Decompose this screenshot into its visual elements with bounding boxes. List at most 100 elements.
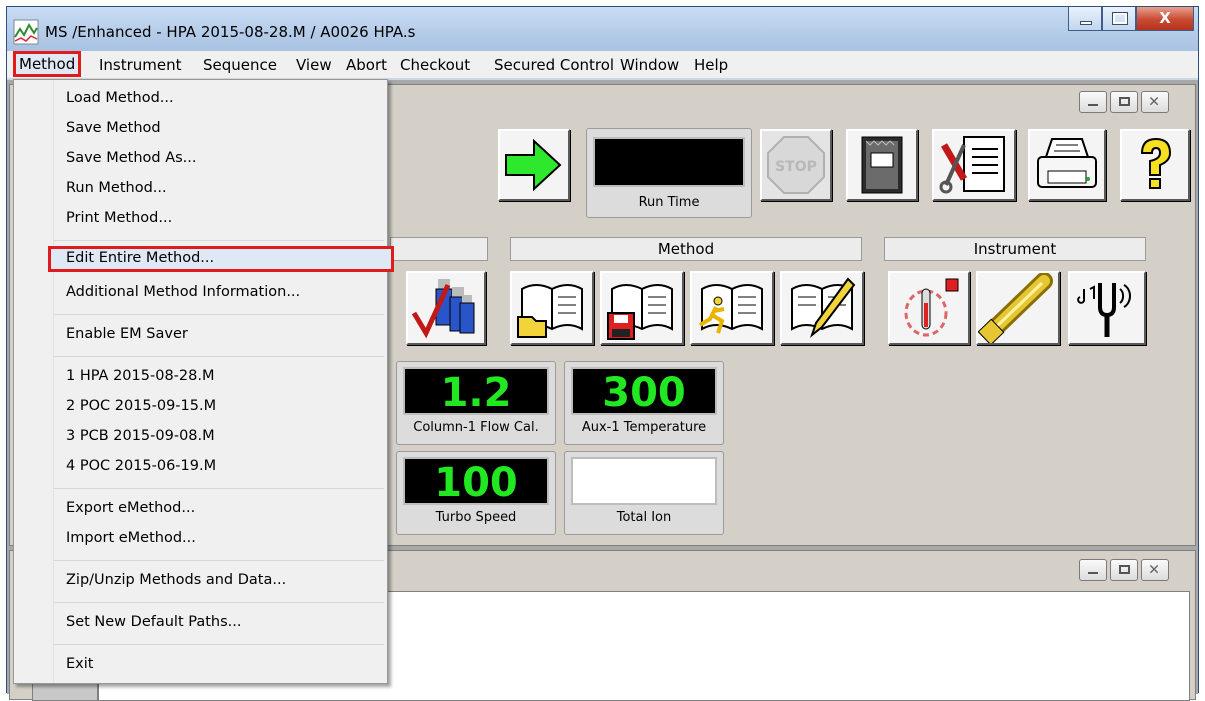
menu-instrument[interactable]: Instrument: [99, 56, 182, 74]
temperature-button[interactable]: [888, 271, 970, 345]
thermometer-icon: [904, 278, 959, 337]
menu-abort[interactable]: Abort: [346, 56, 387, 74]
instrument-group-label: Instrument: [884, 237, 1146, 261]
book-runner-icon: [698, 284, 763, 334]
close-icon: [1149, 564, 1159, 574]
menu-recent-4[interactable]: 4 POC 2015-06-19.M: [66, 458, 216, 474]
run-time-display: Run Time: [586, 128, 752, 218]
menu-separator: [54, 560, 384, 561]
question-mark-icon: [1140, 137, 1172, 189]
tuning-fork-icon: [1077, 283, 1131, 337]
maximize-button[interactable]: [1102, 7, 1136, 31]
child-close-button[interactable]: [1141, 559, 1169, 581]
child-minimize-button[interactable]: [1079, 559, 1107, 581]
menu-save-method-as[interactable]: Save Method As...: [66, 150, 197, 166]
turbo-speed-label: Turbo Speed: [435, 510, 517, 525]
method-dropdown-menu: Load Method... Save Method Save Method A…: [13, 79, 394, 684]
menu-separator: [54, 488, 384, 489]
maximize-icon: [1119, 565, 1130, 574]
menu-separator: [54, 356, 384, 357]
main-window: MS /Enhanced - HPA 2015-08-28.M / A0026 …: [6, 6, 1199, 701]
menu-gutter: [14, 80, 54, 683]
printer-icon: [1037, 138, 1097, 188]
aux-temperature-display: 300 Aux-1 Temperature: [564, 361, 724, 445]
quadrupole-rods-icon: [977, 272, 1053, 346]
menu-zip-unzip[interactable]: Zip/Unzip Methods and Data...: [66, 572, 286, 588]
menu-import-emethod[interactable]: Import eMethod...: [66, 530, 196, 546]
total-ion-value: [571, 457, 717, 505]
vials-button[interactable]: [406, 271, 486, 345]
menu-save-method[interactable]: Save Method: [66, 120, 161, 136]
child-close-button[interactable]: [1141, 91, 1169, 113]
maximize-icon: [1119, 97, 1130, 106]
child-minimize-button[interactable]: [1079, 91, 1107, 113]
menu-exit[interactable]: Exit: [66, 656, 93, 672]
load-method-button[interactable]: [510, 271, 594, 345]
stop-button[interactable]: STOP: [760, 129, 832, 201]
run-method-arrow-button[interactable]: [498, 129, 570, 201]
total-ion-label: Total Ion: [616, 510, 672, 525]
close-icon: X: [1159, 9, 1171, 27]
menu-separator: [54, 314, 384, 315]
column-flow-label: Column-1 Flow Cal.: [413, 420, 539, 435]
notebook-icon: [861, 136, 903, 194]
stop-sign-icon: STOP: [767, 136, 825, 194]
turbo-speed-display: 100 Turbo Speed: [396, 451, 556, 535]
menu-edit-entire-method[interactable]: Edit Entire Method...: [66, 250, 214, 266]
menu-load-method[interactable]: Load Method...: [66, 90, 174, 106]
vials-checkmark-icon: [411, 279, 475, 339]
menu-recent-3[interactable]: 3 PCB 2015-09-08.M: [66, 428, 215, 444]
save-method-button[interactable]: [600, 271, 684, 345]
book-pencil-icon: [791, 277, 856, 338]
menu-separator: [54, 644, 384, 645]
source-button[interactable]: [976, 271, 1060, 346]
run-time-screen: [593, 137, 745, 187]
column-flow-value: 1.2: [403, 367, 549, 416]
close-icon: [1149, 96, 1159, 106]
window-title: MS /Enhanced - HPA 2015-08-28.M / A0026 …: [45, 23, 416, 41]
logbook-button[interactable]: [846, 129, 918, 201]
book-folder-icon: [517, 284, 583, 338]
menu-checkout[interactable]: Checkout: [400, 56, 470, 74]
menu-sequence[interactable]: Sequence: [203, 56, 277, 74]
method-group-label: Method: [510, 237, 862, 261]
menu-secured-control[interactable]: Secured Control: [494, 56, 614, 74]
menu-set-default-paths[interactable]: Set New Default Paths...: [66, 614, 241, 630]
menu-separator: [54, 602, 384, 603]
run-method-button[interactable]: [690, 271, 774, 345]
minimize-button[interactable]: [1068, 7, 1102, 31]
menu-view[interactable]: View: [296, 56, 332, 74]
wrench-document-icon: [939, 136, 1005, 194]
print-button[interactable]: [1028, 129, 1106, 201]
book-disk-icon: [607, 284, 673, 340]
minimize-icon: [1088, 572, 1098, 574]
app-icon: [13, 19, 39, 45]
edit-method-button[interactable]: [780, 271, 864, 345]
aux-temperature-label: Aux-1 Temperature: [581, 420, 707, 435]
menu-bar: Method Instrument Sequence View Abort Ch…: [7, 51, 1198, 79]
menu-additional-method-info[interactable]: Additional Method Information...: [66, 284, 300, 300]
menu-enable-em-saver[interactable]: Enable EM Saver: [66, 326, 188, 342]
tune-button[interactable]: [1068, 271, 1146, 345]
turbo-speed-value: 100: [403, 457, 549, 506]
close-button[interactable]: X: [1136, 7, 1194, 31]
child-maximize-button[interactable]: [1110, 91, 1138, 113]
tools-button[interactable]: [932, 129, 1016, 201]
menu-window[interactable]: Window: [620, 56, 679, 74]
menu-run-method[interactable]: Run Method...: [66, 180, 167, 196]
title-bar: MS /Enhanced - HPA 2015-08-28.M / A0026 …: [7, 7, 1198, 51]
run-time-label: Run Time: [638, 195, 700, 210]
menu-help[interactable]: Help: [694, 56, 728, 74]
minimize-icon: [1080, 21, 1092, 25]
menu-print-method[interactable]: Print Method...: [66, 210, 172, 226]
menu-export-emethod[interactable]: Export eMethod...: [66, 500, 195, 516]
menu-recent-2[interactable]: 2 POC 2015-09-15.M: [66, 398, 216, 414]
svg-text:STOP: STOP: [775, 159, 817, 175]
aux-temperature-value: 300: [571, 367, 717, 416]
menu-recent-1[interactable]: 1 HPA 2015-08-28.M: [66, 368, 214, 384]
child-maximize-button[interactable]: [1110, 559, 1138, 581]
total-ion-display: Total Ion: [564, 451, 724, 535]
menu-separator: [54, 240, 384, 241]
help-button[interactable]: [1120, 129, 1190, 201]
menu-method[interactable]: Method: [12, 51, 82, 77]
